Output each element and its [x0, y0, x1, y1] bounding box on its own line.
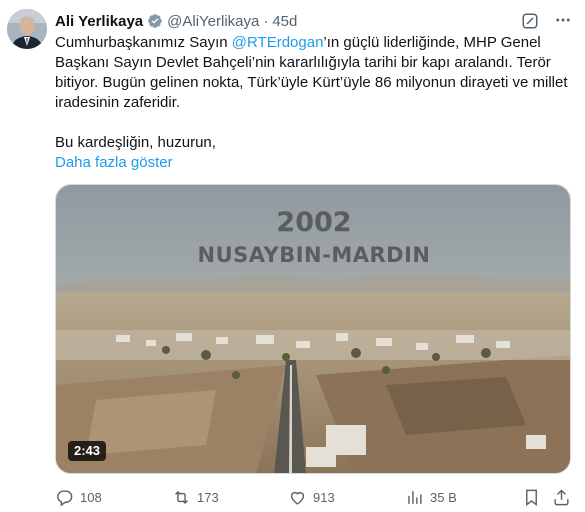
bookmark-icon — [526, 489, 537, 507]
tweet-text: Cumhurbaşkanımız Sayın @RTErdogan’ın güç… — [55, 33, 570, 173]
views-count: 35 B — [430, 490, 457, 505]
tweet-timestamp[interactable]: 45d — [272, 13, 297, 30]
avatar-image — [7, 9, 47, 49]
views-icon — [408, 491, 422, 504]
tweet-actions: 108 173 913 35 B — [55, 488, 575, 508]
grok-icon[interactable] — [521, 12, 539, 30]
repost-icon — [175, 490, 188, 505]
tweet-paragraph-1: Cumhurbaşkanımız Sayın @RTErdogan’ın güç… — [55, 33, 570, 113]
video-player[interactable]: 2002 NUSAYBIN-MARDIN 2:43 — [55, 184, 571, 474]
reply-icon — [57, 490, 73, 507]
more-icon[interactable] — [553, 10, 573, 30]
mention-link[interactable]: @RTErdogan — [232, 34, 324, 51]
bookmark-button[interactable] — [522, 488, 541, 507]
video-duration: 2:43 — [68, 441, 107, 461]
like-icon — [290, 491, 305, 505]
separator-dot: · — [263, 12, 269, 30]
author-handle[interactable]: @AliYerlikaya — [167, 13, 259, 30]
views-button[interactable]: 35 B — [405, 488, 457, 507]
verified-badge-icon[interactable] — [147, 13, 163, 29]
share-button[interactable] — [552, 488, 571, 507]
tweet-text-segment: Cumhurbaşkanımız Sayın — [55, 34, 232, 51]
repost-count: 173 — [197, 490, 219, 505]
like-count: 913 — [313, 490, 335, 505]
reply-button[interactable]: 108 — [55, 488, 102, 507]
show-more-link[interactable]: Daha fazla göster — [55, 153, 570, 173]
overlay-year: 2002 — [276, 207, 352, 238]
avatar[interactable] — [7, 9, 47, 49]
share-icon — [554, 489, 569, 506]
repost-button[interactable]: 173 — [172, 488, 219, 507]
reply-count: 108 — [80, 490, 102, 505]
like-button[interactable]: 913 — [288, 488, 335, 507]
tweet-paragraph-2: Bu kardeşliğin, huzurun, — [55, 134, 216, 151]
overlay-place: NUSAYBIN-MARDIN — [197, 243, 431, 267]
author-name[interactable]: Ali Yerlikaya — [55, 13, 143, 30]
video-overlay-title: 2002 NUSAYBIN-MARDIN — [56, 205, 570, 269]
tweet-header: Ali Yerlikaya @AliYerlikaya · 45d — [55, 11, 297, 31]
